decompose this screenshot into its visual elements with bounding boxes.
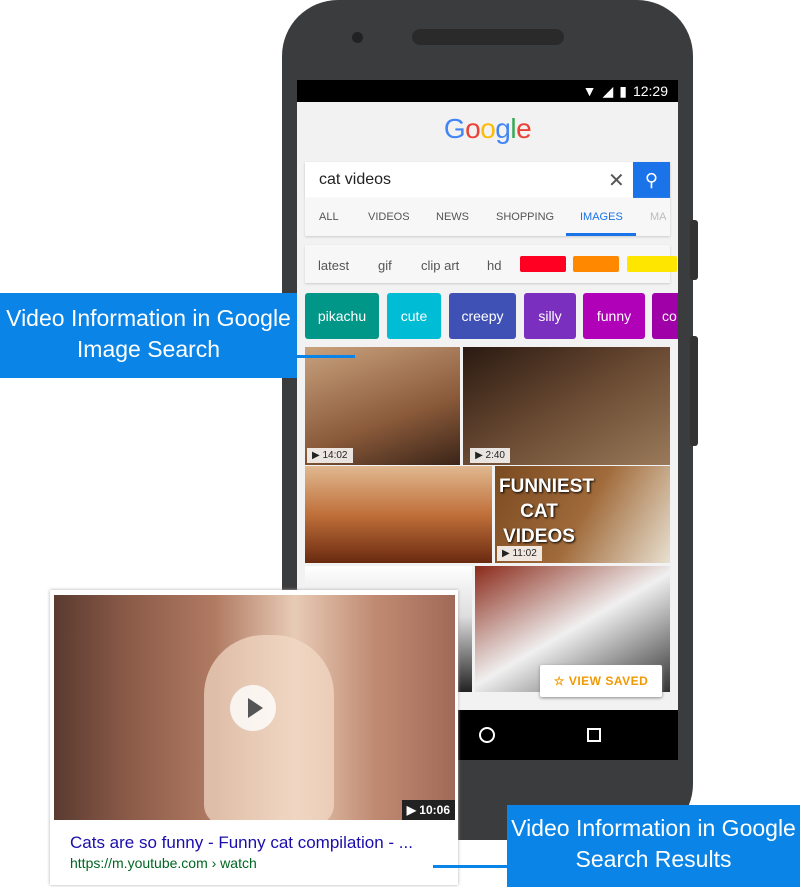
cat-figure — [204, 635, 334, 820]
search-bar[interactable]: cat videos ✕ ⚲ — [305, 162, 670, 198]
duration-badge: ▶ 10:06 — [401, 800, 455, 820]
result-title-link[interactable]: Cats are so funny - Funny cat compilatio… — [70, 833, 413, 853]
battery-icon: ▮ — [619, 83, 627, 99]
search-tabs: ALL VIDEOS NEWS SHOPPING IMAGES MA — [305, 198, 670, 236]
chip-more[interactable]: co — [652, 293, 678, 339]
google-logo: Google — [443, 113, 532, 144]
color-filter-red[interactable] — [520, 256, 566, 272]
image-result[interactable] — [305, 466, 492, 563]
duration-badge: ▶ 14:02 — [307, 448, 353, 463]
search-icon: ⚲ — [644, 170, 659, 190]
speaker — [412, 29, 564, 45]
video-thumbnail[interactable]: ▶ 10:06 — [54, 595, 455, 820]
search-button[interactable]: ⚲ — [633, 162, 670, 198]
duration-badge: ▶ 2:40 — [470, 448, 510, 463]
camera — [352, 32, 363, 43]
duration-text: 2:40 — [485, 450, 505, 461]
result-url: https://m.youtube.com › watch — [70, 855, 257, 871]
filter-latest[interactable]: latest — [318, 258, 349, 273]
image-result[interactable]: FUNNIEST CAT VIDEOS ▶ 11:02 — [495, 466, 670, 563]
volume-button — [690, 336, 698, 446]
recents-icon[interactable] — [587, 728, 601, 742]
duration-text: 11:02 — [512, 548, 537, 559]
callout-search-results: Video Information in Google Search Resul… — [507, 805, 800, 887]
callout-line — [433, 865, 508, 868]
search-input[interactable]: cat videos — [319, 171, 391, 189]
play-icon[interactable] — [230, 685, 276, 731]
image-result[interactable]: ▶ 2:40 — [463, 347, 670, 465]
home-icon[interactable] — [479, 727, 495, 743]
wifi-icon: ▼ — [582, 83, 597, 99]
filter-clip-art[interactable]: clip art — [421, 258, 459, 273]
tab-shopping[interactable]: SHOPPING — [496, 211, 554, 223]
video-result-card[interactable]: ▶ 10:06 Cats are so funny - Funny cat co… — [50, 590, 458, 885]
chip-creepy[interactable]: creepy — [449, 293, 516, 339]
filter-hd[interactable]: hd — [487, 258, 501, 273]
color-filter-yellow[interactable] — [627, 256, 677, 272]
filter-bar: latest gif clip art hd — [305, 245, 677, 283]
power-button — [690, 220, 698, 280]
image-result[interactable]: ▶ 14:02 — [305, 347, 460, 465]
thumbnail-caption: FUNNIEST CAT VIDEOS — [499, 476, 594, 547]
chip-silly[interactable]: silly — [524, 293, 576, 339]
view-saved-label: VIEW SAVED — [568, 674, 649, 688]
callout-line — [297, 355, 355, 358]
duration-text: 14:02 — [322, 450, 348, 461]
close-icon[interactable]: ✕ — [608, 168, 625, 193]
tab-news[interactable]: NEWS — [436, 211, 469, 223]
duration-badge: ▶ 11:02 — [497, 546, 542, 561]
tab-images[interactable]: IMAGES — [580, 211, 623, 223]
status-bar: ▼ ◢ ▮ 12:29 — [297, 80, 678, 102]
duration-text: 10:06 — [419, 803, 450, 817]
active-tab-indicator — [566, 233, 636, 236]
tab-videos[interactable]: VIDEOS — [368, 211, 410, 223]
color-filter-orange[interactable] — [573, 256, 619, 272]
callout-image-search: Video Information in Google Image Search — [0, 293, 297, 378]
chip-pikachu[interactable]: pikachu — [305, 293, 379, 339]
signal-icon: ◢ — [602, 83, 614, 99]
filter-gif[interactable]: gif — [378, 258, 392, 273]
clock: 12:29 — [632, 83, 668, 99]
view-saved-button[interactable]: ☆ VIEW SAVED — [540, 665, 662, 697]
tab-maps[interactable]: MA — [650, 211, 667, 223]
star-icon: ☆ — [553, 674, 569, 688]
chip-funny[interactable]: funny — [583, 293, 645, 339]
tab-all[interactable]: ALL — [319, 211, 339, 223]
chip-cute[interactable]: cute — [387, 293, 441, 339]
